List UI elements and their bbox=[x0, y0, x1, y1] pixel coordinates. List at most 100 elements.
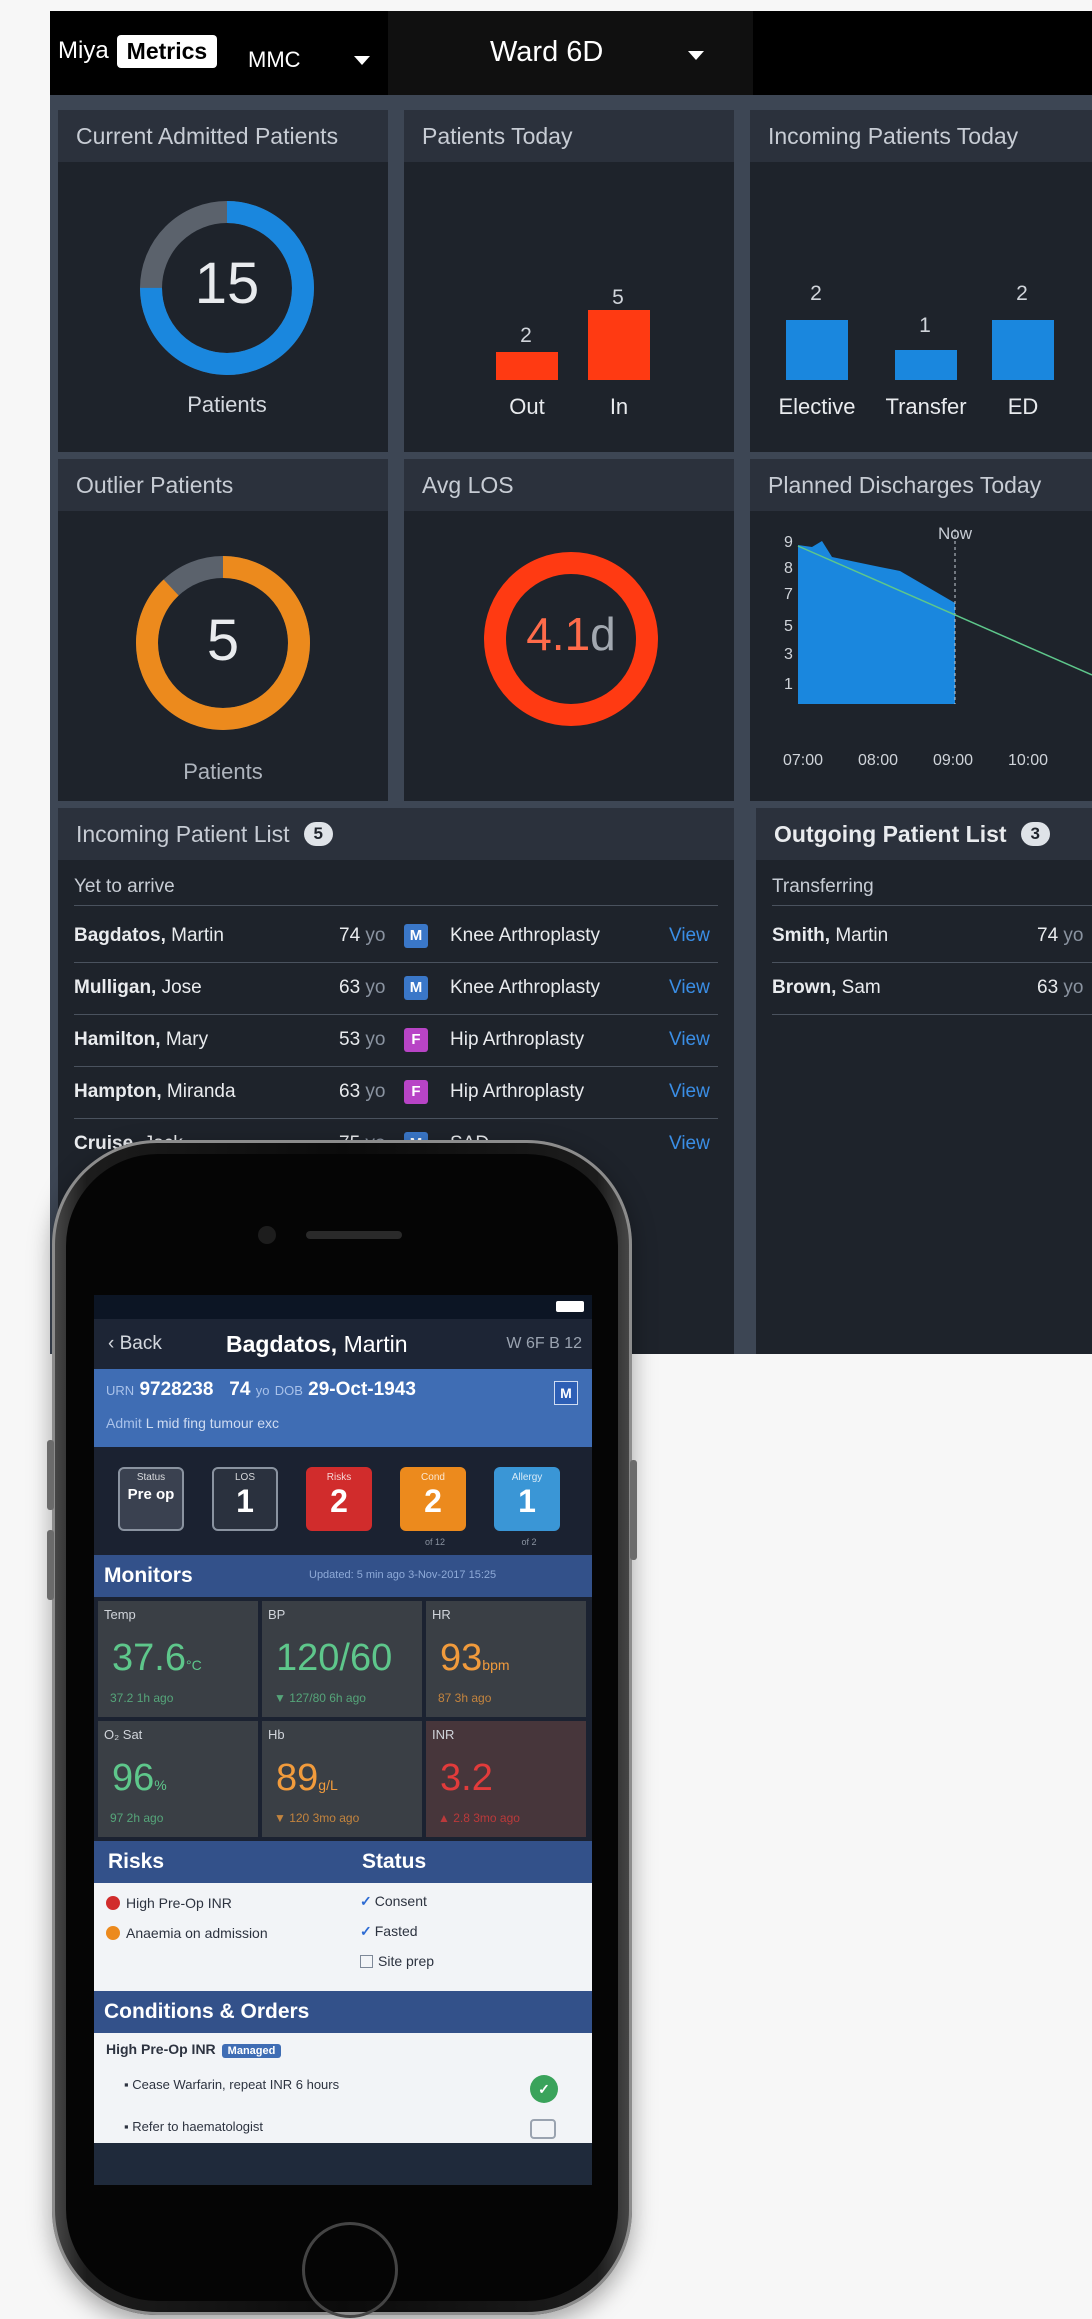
section-label: Yet to arrive bbox=[74, 876, 175, 897]
status-item[interactable]: ✓ Fasted bbox=[360, 1923, 418, 1940]
risk-text: High Pre-Op INR bbox=[126, 1895, 232, 1911]
org-selector[interactable]: MMC bbox=[248, 47, 301, 73]
monitor-cell[interactable]: O₂ Sat 96% 97 2h ago bbox=[98, 1721, 258, 1837]
card-title: Outlier Patients bbox=[58, 459, 388, 511]
monitor-value: 37.6°C bbox=[112, 1637, 202, 1680]
home-button[interactable] bbox=[302, 2222, 398, 2318]
tile-note: of 12 bbox=[424, 1537, 446, 1547]
monitors-grid: Temp 37.6°C 37.2 1h ago BP 120/60 ▼ 127/80 6h… bbox=[94, 1597, 592, 1841]
summary-tile[interactable]: LOS 1 bbox=[212, 1467, 278, 1531]
summary-tile[interactable]: Status Pre op bbox=[118, 1467, 184, 1531]
monitor-cell[interactable]: Temp 37.6°C 37.2 1h ago bbox=[98, 1601, 258, 1717]
y-tick-label: 8 bbox=[784, 560, 793, 577]
condition-tag: Managed bbox=[221, 2044, 282, 2058]
bar-label-transfer: Transfer bbox=[885, 394, 967, 419]
monitor-cell[interactable]: INR 3.2 ▲ 2.8 3mo ago bbox=[426, 1721, 586, 1837]
ward-selector[interactable]: Ward 6D bbox=[388, 11, 753, 95]
tile-label: Risks bbox=[326, 1472, 352, 1483]
monitor-cell[interactable]: BP 120/60 ▼ 127/80 6h ago bbox=[262, 1601, 422, 1717]
monitor-value: 3.2 bbox=[440, 1757, 493, 1800]
bar-label-out: Out bbox=[509, 394, 545, 419]
status-item[interactable]: ✓ Consent bbox=[360, 1893, 427, 1910]
back-button[interactable]: ‹ Back bbox=[108, 1333, 162, 1355]
risk-dot-icon bbox=[106, 1926, 120, 1940]
checkbox-icon bbox=[360, 1955, 373, 1968]
patient-row[interactable]: Mulligan, Jose 63 yo M Knee Arthroplasty Vie… bbox=[74, 963, 718, 1015]
card-admitted-patients[interactable]: Current Admitted Patients 15 Patients bbox=[58, 110, 388, 452]
speaker-grille bbox=[306, 1231, 402, 1239]
order-item[interactable]: ▪ Cease Warfarin, repeat INR 6 hours bbox=[124, 2077, 339, 2092]
procedure: Hip Arthroplasty bbox=[450, 1029, 585, 1050]
card-incoming-today[interactable]: Incoming Patients Today 2 Elective 1 Tra… bbox=[750, 110, 1092, 452]
complete-check-icon[interactable]: ✓ bbox=[530, 2075, 558, 2103]
list-title: Incoming Patient List bbox=[76, 821, 290, 847]
patient-last-name: Mulligan, bbox=[74, 977, 157, 998]
card-planned-discharges[interactable]: Planned Discharges Today 9 8 7 5 3 1 07:00 08:… bbox=[750, 459, 1092, 801]
monitor-cell[interactable]: HR 93bpm 87 3h ago bbox=[426, 1601, 586, 1717]
bed-label: W 6F B 12 bbox=[506, 1335, 582, 1352]
monitor-cell[interactable]: Hb 89g/L ▼ 120 3mo ago bbox=[262, 1721, 422, 1837]
monitor-unit: °C bbox=[185, 1657, 202, 1673]
patient-row[interactable]: Bagdatos, Martin 74 yo M Knee Arthroplasty V… bbox=[74, 911, 718, 963]
order-bullet: ▪ bbox=[124, 2119, 133, 2134]
tile-label: Allergy bbox=[511, 1472, 543, 1483]
view-link[interactable]: View bbox=[669, 925, 710, 947]
age-unit: yo bbox=[365, 1029, 386, 1050]
card-avg-los[interactable]: Avg LOS 4.1d bbox=[404, 459, 734, 801]
summary-tile[interactable]: Allergy 1 of 2 bbox=[494, 1467, 560, 1547]
ward-caret-icon[interactable] bbox=[688, 51, 704, 60]
patient-row[interactable]: Brown, Sam 63 yo bbox=[772, 963, 1092, 1015]
avg-los-unit: d bbox=[590, 608, 616, 660]
patient-row[interactable]: Smith, Martin 74 yo bbox=[772, 911, 1092, 963]
patient-first-name: Jose bbox=[161, 977, 202, 998]
patient-title: Bagdatos, Martin bbox=[226, 1331, 407, 1358]
monitor-name: Hb bbox=[268, 1727, 285, 1742]
patient-row[interactable]: Hampton, Miranda 63 yo F Hip Arthroplasty Vi… bbox=[74, 1067, 718, 1119]
check-icon: ✓ bbox=[360, 1893, 372, 1909]
summary-tile[interactable]: Cond 2 of 12 bbox=[400, 1467, 466, 1547]
age-number: 74 bbox=[1037, 925, 1059, 946]
pending-icon[interactable] bbox=[530, 2119, 556, 2139]
status-item[interactable]: Site prep bbox=[360, 1953, 434, 1969]
bar-label-ed: ED bbox=[1007, 394, 1039, 419]
summary-tile[interactable]: Risks 2 bbox=[306, 1467, 372, 1531]
view-link[interactable]: View bbox=[669, 1029, 710, 1051]
condition-item[interactable]: High Pre-Op INR Managed bbox=[106, 2041, 282, 2058]
card-patients-today[interactable]: Patients Today 2 Out 5 In bbox=[404, 110, 734, 452]
age-unit: yo bbox=[365, 977, 386, 998]
org-caret-icon[interactable] bbox=[354, 56, 370, 65]
bar-in bbox=[588, 310, 650, 380]
card-outlier-patients[interactable]: Outlier Patients 5 Patients bbox=[58, 459, 388, 801]
monitor-previous: 87 3h ago bbox=[438, 1691, 492, 1705]
patient-id-line: URN 9728238 74 yo DOB 29-Oct-1943 bbox=[106, 1379, 416, 1401]
view-link[interactable]: View bbox=[669, 1081, 710, 1103]
order-item[interactable]: ▪ Refer to haematologist bbox=[124, 2119, 263, 2134]
x-tick-label: 10:00 bbox=[1008, 752, 1048, 769]
nav-bar: ‹ Back Bagdatos, Martin W 6F B 12 bbox=[94, 1319, 592, 1369]
summary-tiles: Status Pre op LOS 1 Risks 2 Cond 2 of 12 Allergy 1… bbox=[94, 1447, 592, 1555]
patient-last-name: Hamilton, bbox=[74, 1029, 161, 1050]
monitor-name: INR bbox=[432, 1727, 455, 1742]
age-unit: yo bbox=[255, 1383, 270, 1398]
order-bullet: ▪ bbox=[124, 2077, 133, 2092]
view-link[interactable]: View bbox=[669, 1133, 710, 1155]
risk-item[interactable]: High Pre-Op INR bbox=[106, 1895, 232, 1911]
sex-badge: M bbox=[404, 924, 428, 948]
y-tick-label: 7 bbox=[784, 586, 793, 603]
bar-label-elective: Elective bbox=[778, 394, 856, 419]
monitor-number: 120/60 bbox=[276, 1637, 393, 1679]
y-tick-label: 3 bbox=[784, 646, 793, 663]
risks-status-header: Risks Status bbox=[94, 1841, 592, 1883]
risk-item[interactable]: Anaemia on admission bbox=[106, 1925, 268, 1941]
status-text: Site prep bbox=[378, 1953, 435, 1969]
separator bbox=[74, 905, 718, 906]
patient-row[interactable]: Hamilton, Mary 53 yo F Hip Arthroplasty View bbox=[74, 1015, 718, 1067]
battery-icon bbox=[556, 1301, 584, 1312]
view-link[interactable]: View bbox=[669, 977, 710, 999]
bar-value-transfer: 1 bbox=[919, 314, 931, 337]
now-label: Now bbox=[937, 524, 972, 543]
monitor-number: 37.6 bbox=[112, 1637, 186, 1679]
age-number: 63 bbox=[1037, 977, 1059, 998]
list-count-badge: 3 bbox=[1020, 822, 1051, 846]
monitor-value: 120/60 bbox=[276, 1637, 392, 1680]
